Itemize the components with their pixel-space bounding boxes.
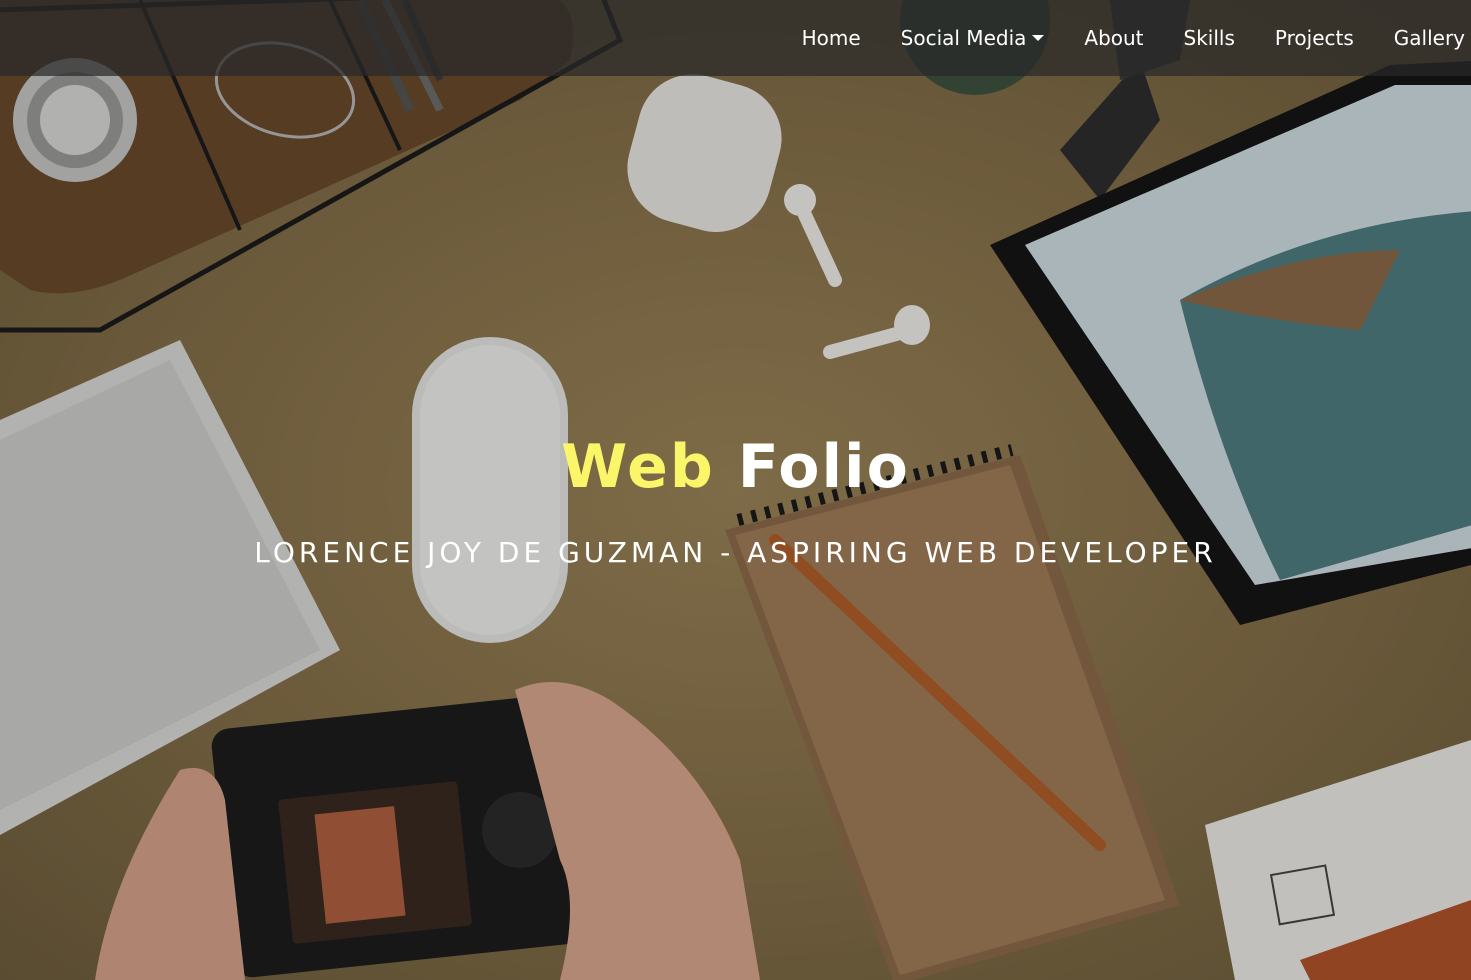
nav-item-label: About [1084, 26, 1144, 50]
hero-title-accent: Web [561, 432, 715, 502]
nav-item-skills[interactable]: Skills [1184, 26, 1235, 50]
nav-item-label: Social Media [900, 26, 1027, 50]
hero-subtitle: LORENCE JOY DE GUZMAN - ASPIRING WEB DEV… [254, 536, 1217, 569]
hero-section: Home Social Media About Skills Projects … [0, 0, 1471, 980]
nav-item-label: Gallery [1393, 26, 1465, 50]
nav-item-about[interactable]: About [1084, 26, 1143, 50]
nav-item-label: Skills [1183, 26, 1235, 50]
nav-item-home[interactable]: Home [802, 26, 861, 50]
hero-title-main: Folio [737, 432, 910, 502]
nav-item-social-media-dropdown[interactable]: Social Media [901, 26, 1045, 50]
nav-item-projects[interactable]: Projects [1275, 26, 1354, 50]
hero-title: Web Folio [0, 432, 1471, 502]
nav-menu: Home Social Media About Skills Projects … [762, 0, 1465, 76]
nav-item-label: Projects [1274, 26, 1354, 50]
top-navbar: Home Social Media About Skills Projects … [0, 0, 1471, 76]
nav-item-gallery[interactable]: Gallery [1394, 26, 1465, 50]
nav-item-label: Home [801, 26, 861, 50]
caret-down-icon [1032, 35, 1045, 41]
